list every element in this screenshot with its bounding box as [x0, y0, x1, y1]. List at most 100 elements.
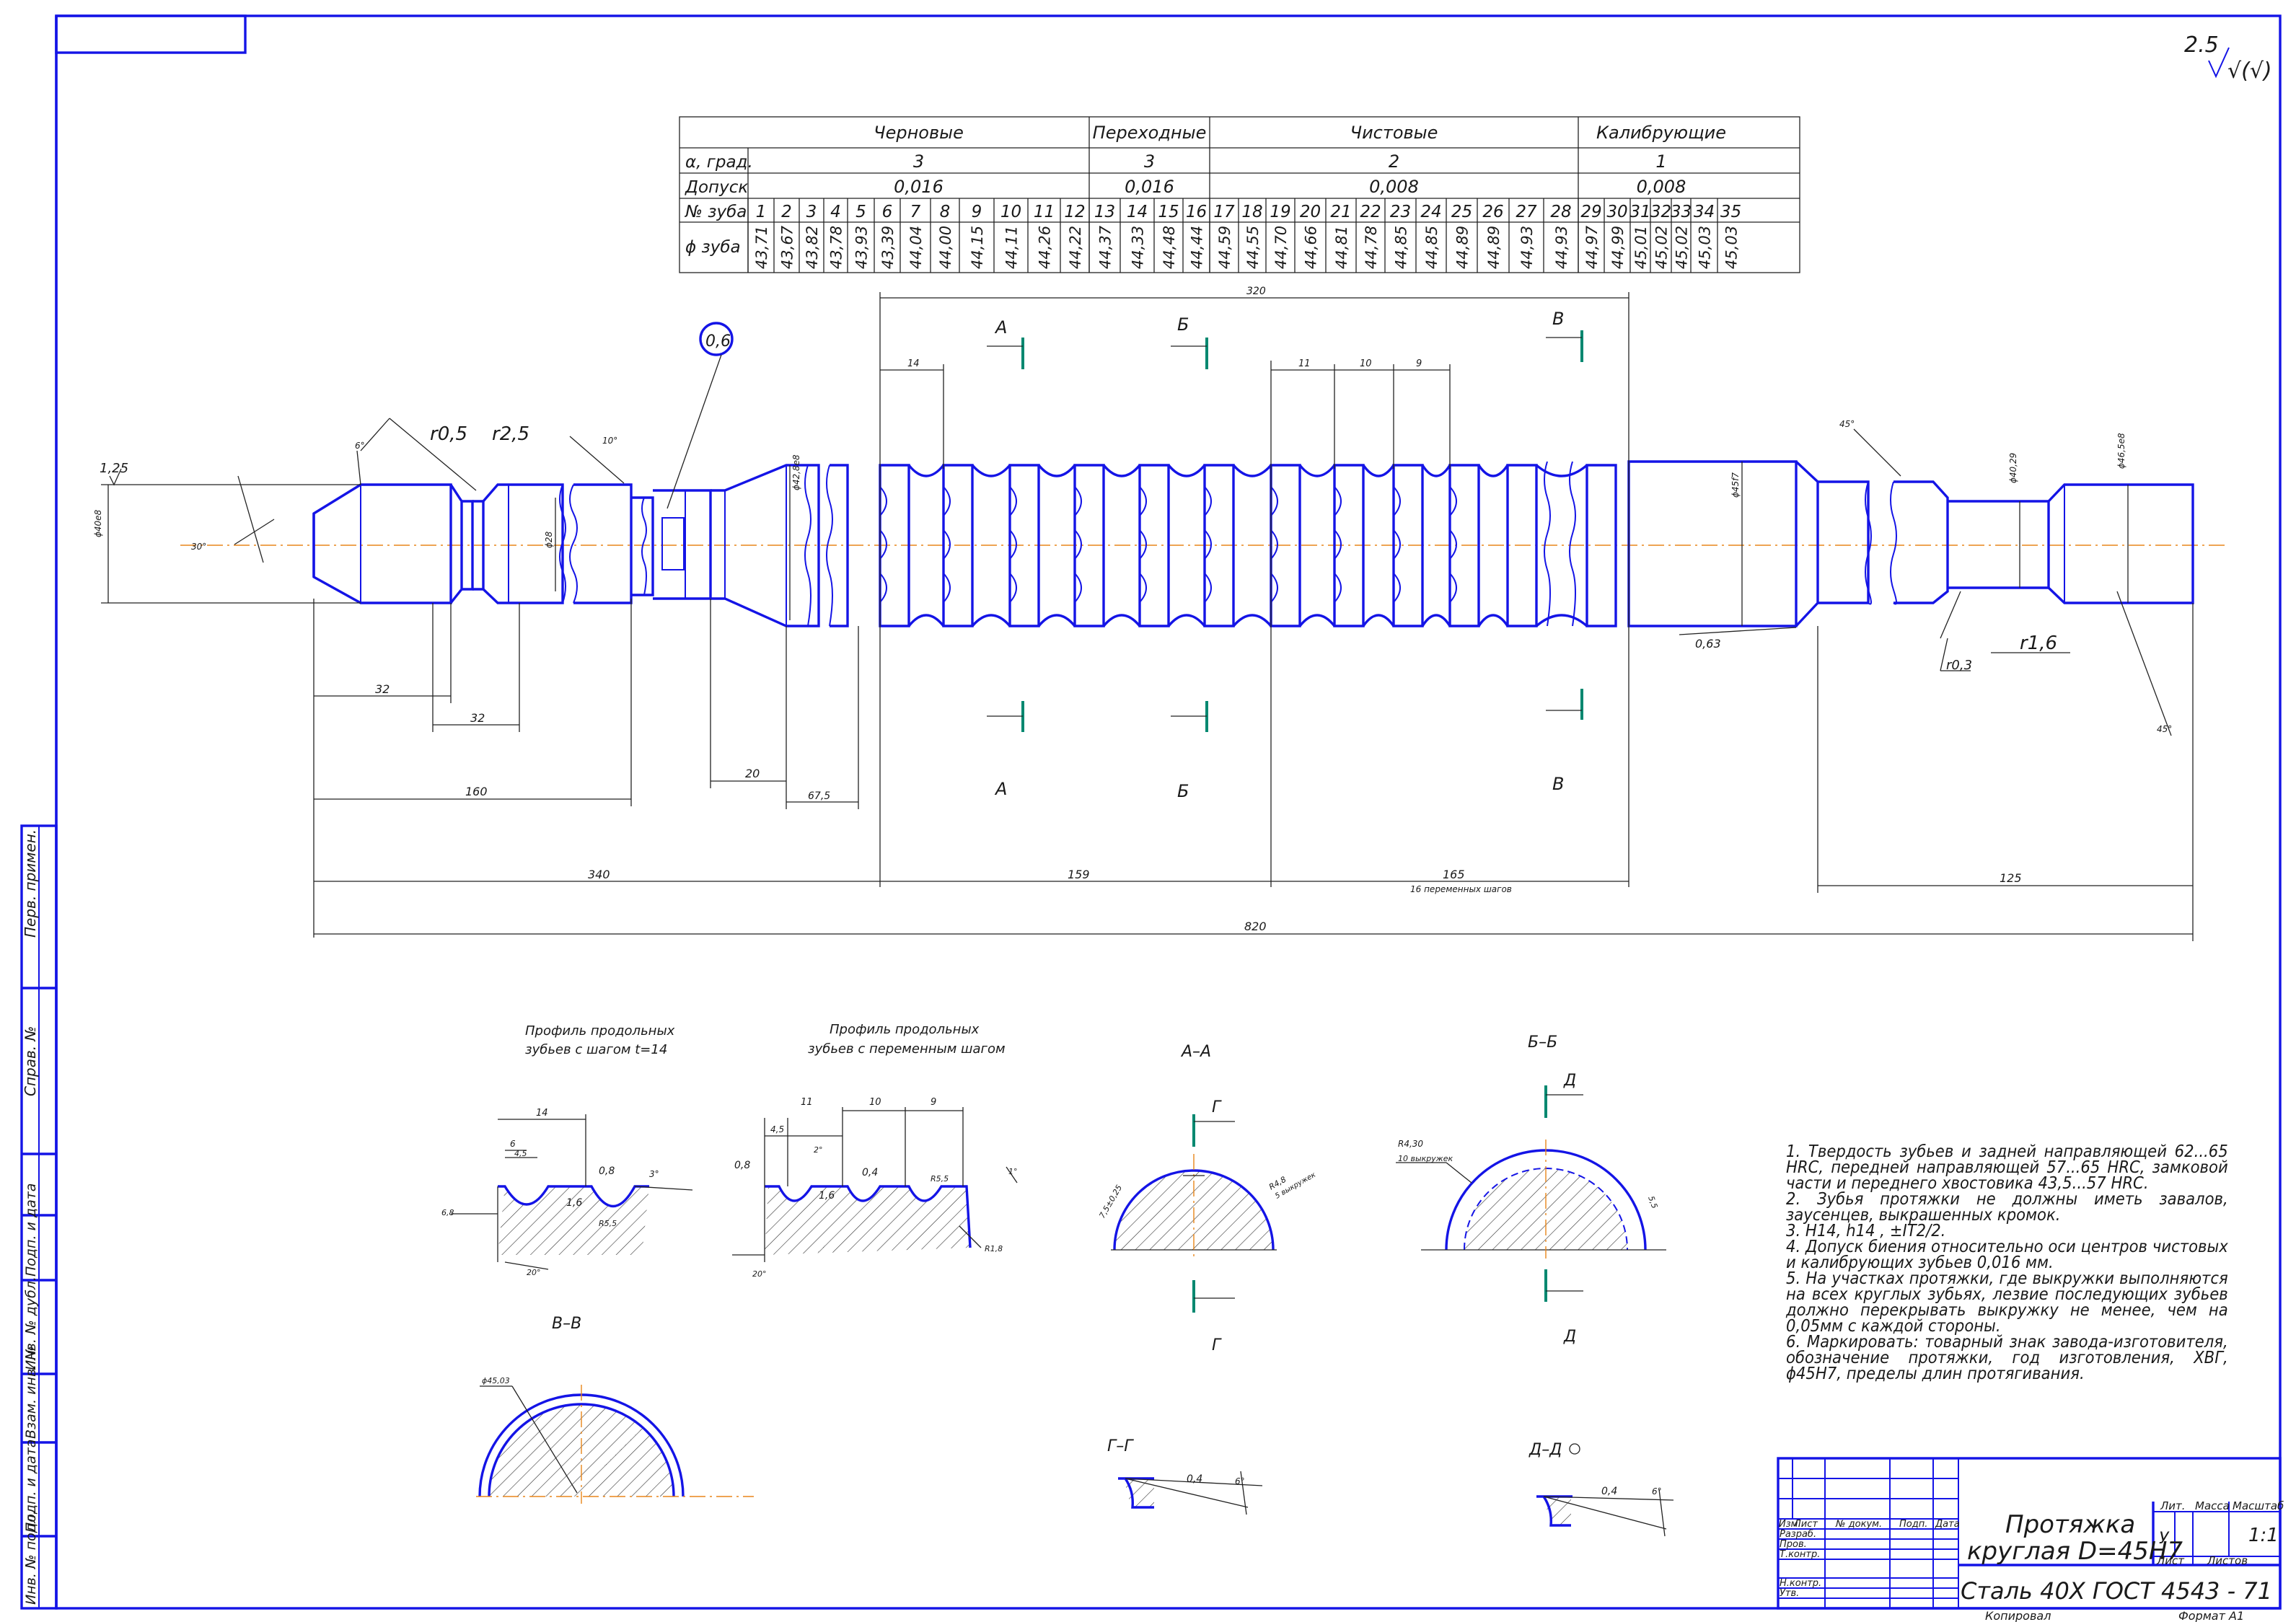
svg-text:0,6: 0,6: [705, 332, 731, 351]
svg-text:r0,3: r0,3: [1946, 658, 1972, 673]
tooth-diameter: 43,67: [779, 225, 796, 269]
tooth: [1569, 461, 1576, 627]
tooth: [1421, 614, 1451, 627]
tooth: [1167, 614, 1206, 627]
alpha-value: 2: [1389, 151, 1399, 172]
tooth-diameter: 45,03: [1697, 226, 1714, 269]
svg-text:3°: 3°: [649, 1169, 659, 1179]
tooth: [1102, 614, 1141, 627]
tooth-diameter: 44,97: [1583, 225, 1601, 269]
svg-text:ϕ40,29: ϕ40,29: [2008, 453, 2018, 483]
group-header: Калибрующие: [1596, 123, 1726, 143]
part-name-1: Протяжка: [2005, 1510, 2135, 1539]
broach-teeth: [879, 461, 1617, 627]
svg-text:ϕ45f7: ϕ45f7: [1730, 472, 1741, 498]
tooth-number: 14: [1127, 203, 1148, 221]
tooth-number: 35: [1720, 203, 1741, 221]
svg-text:Лист: Лист: [2156, 1554, 2185, 1567]
profile-detail-1: Профиль продольных зубьев с шагом t=14 1…: [441, 1023, 693, 1277]
tooth-number: 8: [940, 203, 951, 221]
tooth-diameter: 43,82: [804, 226, 821, 269]
svg-text:Б: Б: [1177, 781, 1189, 801]
svg-text:Листов: Листов: [2207, 1554, 2248, 1567]
broach-main-view: [312, 460, 2194, 627]
svg-text:820: 820: [1244, 920, 1267, 933]
svg-text:14: 14: [907, 358, 920, 369]
svg-text:Г: Г: [1212, 1336, 1222, 1354]
svg-text:159: 159: [1068, 868, 1090, 881]
tooth-diameter: 44,55: [1244, 226, 1262, 269]
section-vv: В–В ϕ45,03: [476, 1315, 754, 1504]
tooth-number: 22: [1360, 203, 1381, 221]
svg-text:67,5: 67,5: [808, 790, 830, 802]
svg-text:20: 20: [745, 767, 760, 780]
svg-text:320: 320: [1246, 286, 1266, 297]
tooth-number: 9: [972, 203, 982, 221]
svg-text:Д–Д: Д–Д: [1529, 1441, 1562, 1459]
tooth-number: 2: [781, 203, 792, 221]
svg-text:0,4: 0,4: [1601, 1486, 1617, 1497]
svg-text:9: 9: [931, 1097, 936, 1108]
alpha-value: 3: [1144, 151, 1155, 172]
note-3: 3. H14, h14 , ±IT2/2.: [1786, 1222, 1946, 1240]
tooth: [1477, 614, 1509, 627]
svg-text:6°: 6°: [1235, 1476, 1245, 1486]
svg-text:1,6: 1,6: [566, 1197, 582, 1209]
tooth: [1421, 464, 1451, 477]
dimension-texts: 32 32 160 20 67,5 340 159 165 16 перемен…: [93, 286, 2172, 933]
svg-text:А–А: А–А: [1180, 1043, 1211, 1061]
tooth: [1477, 464, 1509, 477]
stamp-1: Перв. примен.: [22, 829, 39, 938]
svg-text:45°: 45°: [1839, 419, 1855, 429]
svg-text:А: А: [994, 779, 1007, 799]
tooth-diameter: 44,99: [1609, 226, 1627, 269]
tooth: [1167, 464, 1206, 477]
group-header: Переходные: [1093, 123, 1207, 143]
tooth: [1298, 464, 1336, 477]
tooth: [1232, 464, 1272, 477]
material: Сталь 40Х ГОСТ 4543 - 71: [1961, 1577, 2272, 1605]
svg-text:r2,5: r2,5: [492, 423, 529, 445]
svg-text:32: 32: [375, 682, 390, 696]
svg-text:№ докум.: № докум.: [1835, 1519, 1882, 1530]
svg-text:4,5: 4,5: [770, 1124, 784, 1134]
svg-text:Профиль продольных: Профиль продольных: [830, 1022, 980, 1037]
svg-text:32: 32: [470, 711, 485, 725]
tooth-diameter: 43,93: [853, 226, 871, 269]
svg-text:зубьев с шагом t=14: зубьев с шагом t=14: [525, 1042, 667, 1057]
tooth-number: 5: [855, 203, 866, 221]
svg-text:Д: Д: [1563, 1072, 1576, 1090]
svg-text:0,4: 0,4: [1187, 1473, 1202, 1485]
tooth-diameter: 44,11: [1003, 226, 1021, 269]
svg-text:зубьев с переменным шагом: зубьев с переменным шагом: [808, 1041, 1006, 1057]
svg-text:Подп.: Подп.: [1899, 1519, 1927, 1530]
tolerance-value: 0,016: [894, 177, 944, 197]
tooth-number: 18: [1241, 203, 1262, 221]
svg-text:r1,6: r1,6: [2020, 633, 2057, 654]
note-1: 1. Твердость зубьев и задней направляюще…: [1786, 1142, 2228, 1193]
tooth-number: 23: [1390, 203, 1411, 221]
tooth-diameter: 44,22: [1067, 226, 1084, 269]
tooth-diameter: 44,26: [1037, 226, 1054, 269]
svg-text:45°: 45°: [2157, 724, 2172, 734]
tooth: [1232, 614, 1272, 627]
tooth: [1298, 614, 1336, 627]
tooth: [971, 464, 1011, 477]
svg-text:0,4: 0,4: [862, 1167, 878, 1178]
svg-text:R5,5: R5,5: [599, 1219, 617, 1228]
svg-text:А: А: [994, 317, 1007, 338]
svg-text:Д: Д: [1563, 1328, 1576, 1346]
tolerance-value: 0,008: [1369, 177, 1419, 197]
note-4: 4. Допуск биения относительно оси центро…: [1786, 1238, 2228, 1272]
svg-text:r0,5: r0,5: [430, 423, 467, 445]
svg-text:Масштаб: Масштаб: [2233, 1499, 2284, 1512]
title-block: Протяжка круглая D=45H7 Сталь 40Х ГОСТ 4…: [1777, 1457, 2284, 1622]
tolerance-value: 0,008: [1637, 177, 1686, 197]
tooth-diameter: 44,44: [1189, 226, 1206, 269]
tooth: [971, 614, 1011, 627]
tooth-diameter: 44,37: [1097, 225, 1114, 269]
tooth-diameter: 43,78: [828, 226, 845, 269]
svg-text:ϕ46,5e8: ϕ46,5e8: [2116, 433, 2126, 469]
svg-text:В–В: В–В: [552, 1315, 581, 1333]
svg-text:ϕ42,8e8: ϕ42,8e8: [791, 454, 801, 490]
